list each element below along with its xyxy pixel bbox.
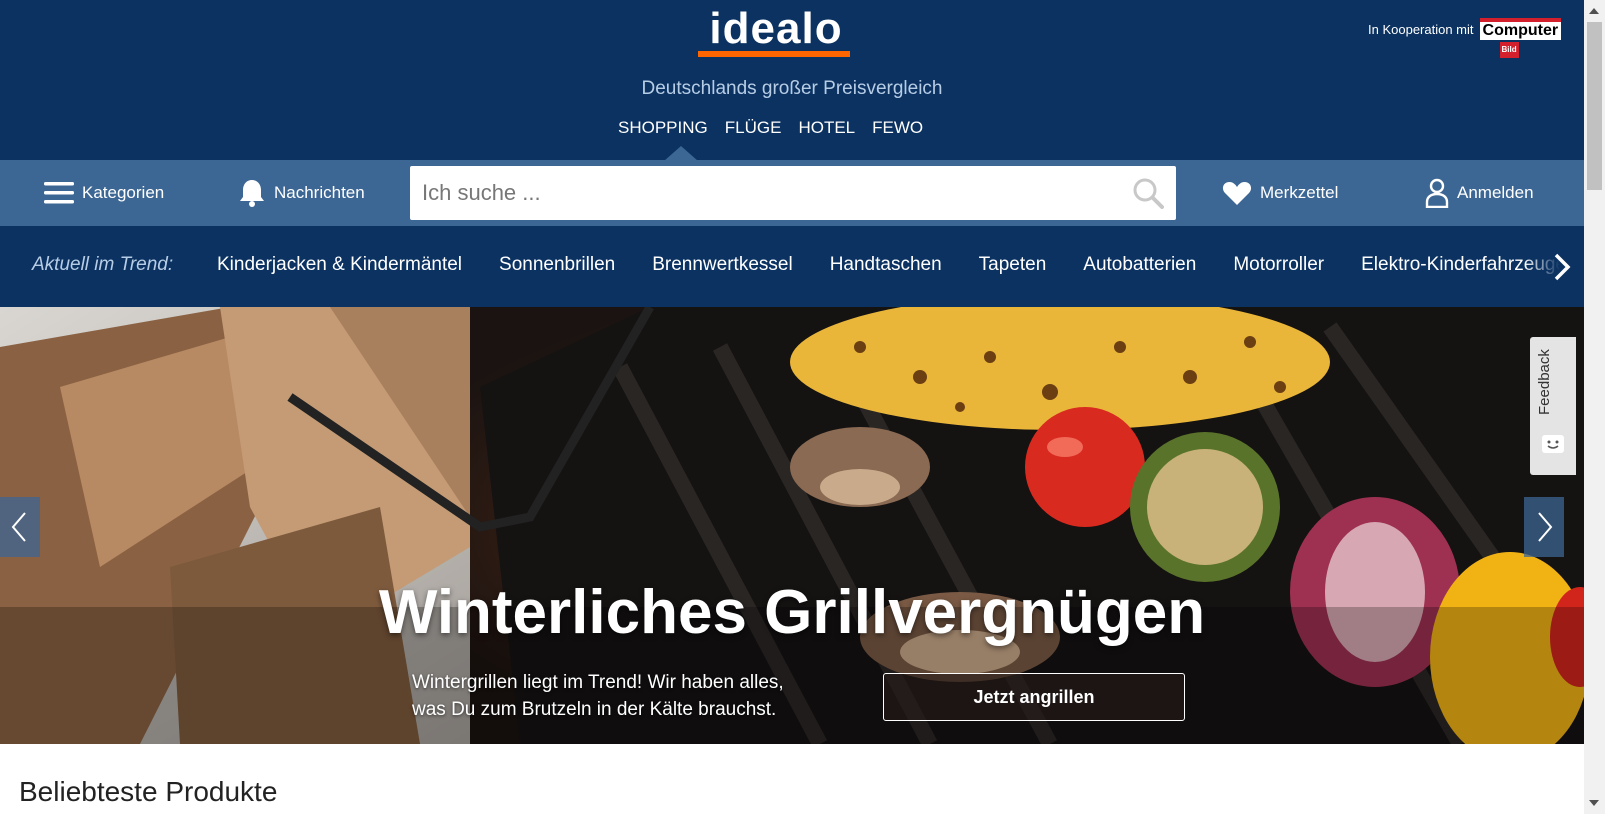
scroll-up-arrow[interactable] [1589, 8, 1599, 14]
chevron-right-icon[interactable] [1552, 252, 1572, 282]
hero-title: Winterliches Grillvergnügen [378, 578, 1206, 647]
slider-prev-button[interactable] [0, 497, 40, 557]
slider-next-button[interactable] [1524, 497, 1564, 557]
nav-hotel[interactable]: HOTEL [798, 118, 855, 142]
trend-item[interactable]: Handtaschen [830, 254, 942, 276]
cooperation-notice[interactable]: In Kooperation mit Computer Bild [1368, 18, 1562, 58]
smiley-icon [1542, 435, 1564, 453]
search-icon[interactable] [1132, 177, 1164, 209]
search-input[interactable] [410, 166, 1134, 220]
trend-item[interactable]: Tapeten [979, 254, 1047, 276]
trend-item[interactable]: Kinderjacken & Kindermäntel [217, 254, 462, 276]
categories-button[interactable]: Kategorien [44, 177, 164, 209]
trend-item[interactable]: Motorroller [1233, 254, 1324, 276]
categories-label: Kategorien [82, 183, 165, 202]
hero-cta-button[interactable]: Jetzt angrillen [883, 673, 1185, 721]
nav-fluege[interactable]: FLÜGE [725, 118, 782, 142]
notifications-label: Nachrichten [274, 183, 365, 202]
cooperation-text: In Kooperation mit [1368, 21, 1474, 37]
nav-shopping[interactable]: SHOPPING [618, 118, 708, 142]
partner-logo-text: Computer [1482, 22, 1559, 39]
notifications-button[interactable]: Nachrichten [238, 177, 365, 209]
tagline: Deutschlands großer Preisvergleich [641, 78, 943, 99]
wishlist-button[interactable]: Merkzettel [1222, 177, 1338, 209]
wishlist-label: Merkzettel [1260, 183, 1339, 202]
site-header: idealo Deutschlands großer Preisvergleic… [0, 0, 1584, 161]
section-title: Beliebteste Produkte [19, 776, 278, 807]
chevron-left-icon [11, 512, 26, 542]
feedback-label: Feedback [1536, 349, 1553, 415]
logo-underline [698, 51, 850, 57]
login-label: Anmelden [1457, 183, 1534, 202]
trending-bar: Aktuell im Trend: Kinderjacken & Kinderm… [0, 226, 1584, 307]
trending-label: Aktuell im Trend: [32, 254, 174, 275]
main-nav: SHOPPING FLÜGE HOTEL FEWO [618, 118, 923, 142]
trending-items: Kinderjacken & Kindermäntel Sonnenbrille… [217, 254, 1566, 276]
trend-item[interactable]: Brennwertkessel [652, 254, 792, 276]
feedback-tab[interactable]: Feedback [1530, 337, 1576, 475]
chevron-right-icon [1538, 512, 1553, 542]
trend-item[interactable]: Autobatterien [1083, 254, 1196, 276]
hero-subtitle-line: was Du zum Brutzeln in der Kälte brauchs… [412, 699, 777, 720]
page-scrollbar[interactable] [1584, 0, 1605, 814]
heart-icon [1222, 182, 1252, 205]
hero-banner[interactable]: Feedback Winterliches Grillvergnügen Win… [0, 307, 1584, 744]
scroll-thumb[interactable] [1587, 22, 1602, 190]
partner-logo-subtext: Bild [1499, 42, 1519, 58]
search-box [410, 166, 1176, 220]
hero-subtitle: Wintergrillen liegt im Trend! Wir haben … [412, 669, 832, 723]
active-nav-indicator [664, 146, 698, 161]
menu-icon [44, 182, 74, 204]
computer-bild-logo[interactable]: Computer Bild [1479, 18, 1562, 58]
login-button[interactable]: Anmelden [1425, 177, 1534, 209]
user-icon [1425, 178, 1449, 208]
hero-subtitle-line: Wintergrillen liegt im Trend! Wir haben … [412, 672, 784, 693]
main-toolbar: Kategorien Nachrichten Merkzettel Anmeld… [0, 160, 1584, 226]
trend-item[interactable]: Sonnenbrillen [499, 254, 615, 276]
bell-icon [240, 180, 264, 207]
nav-fewo[interactable]: FEWO [872, 118, 923, 142]
scroll-down-arrow[interactable] [1589, 800, 1599, 806]
